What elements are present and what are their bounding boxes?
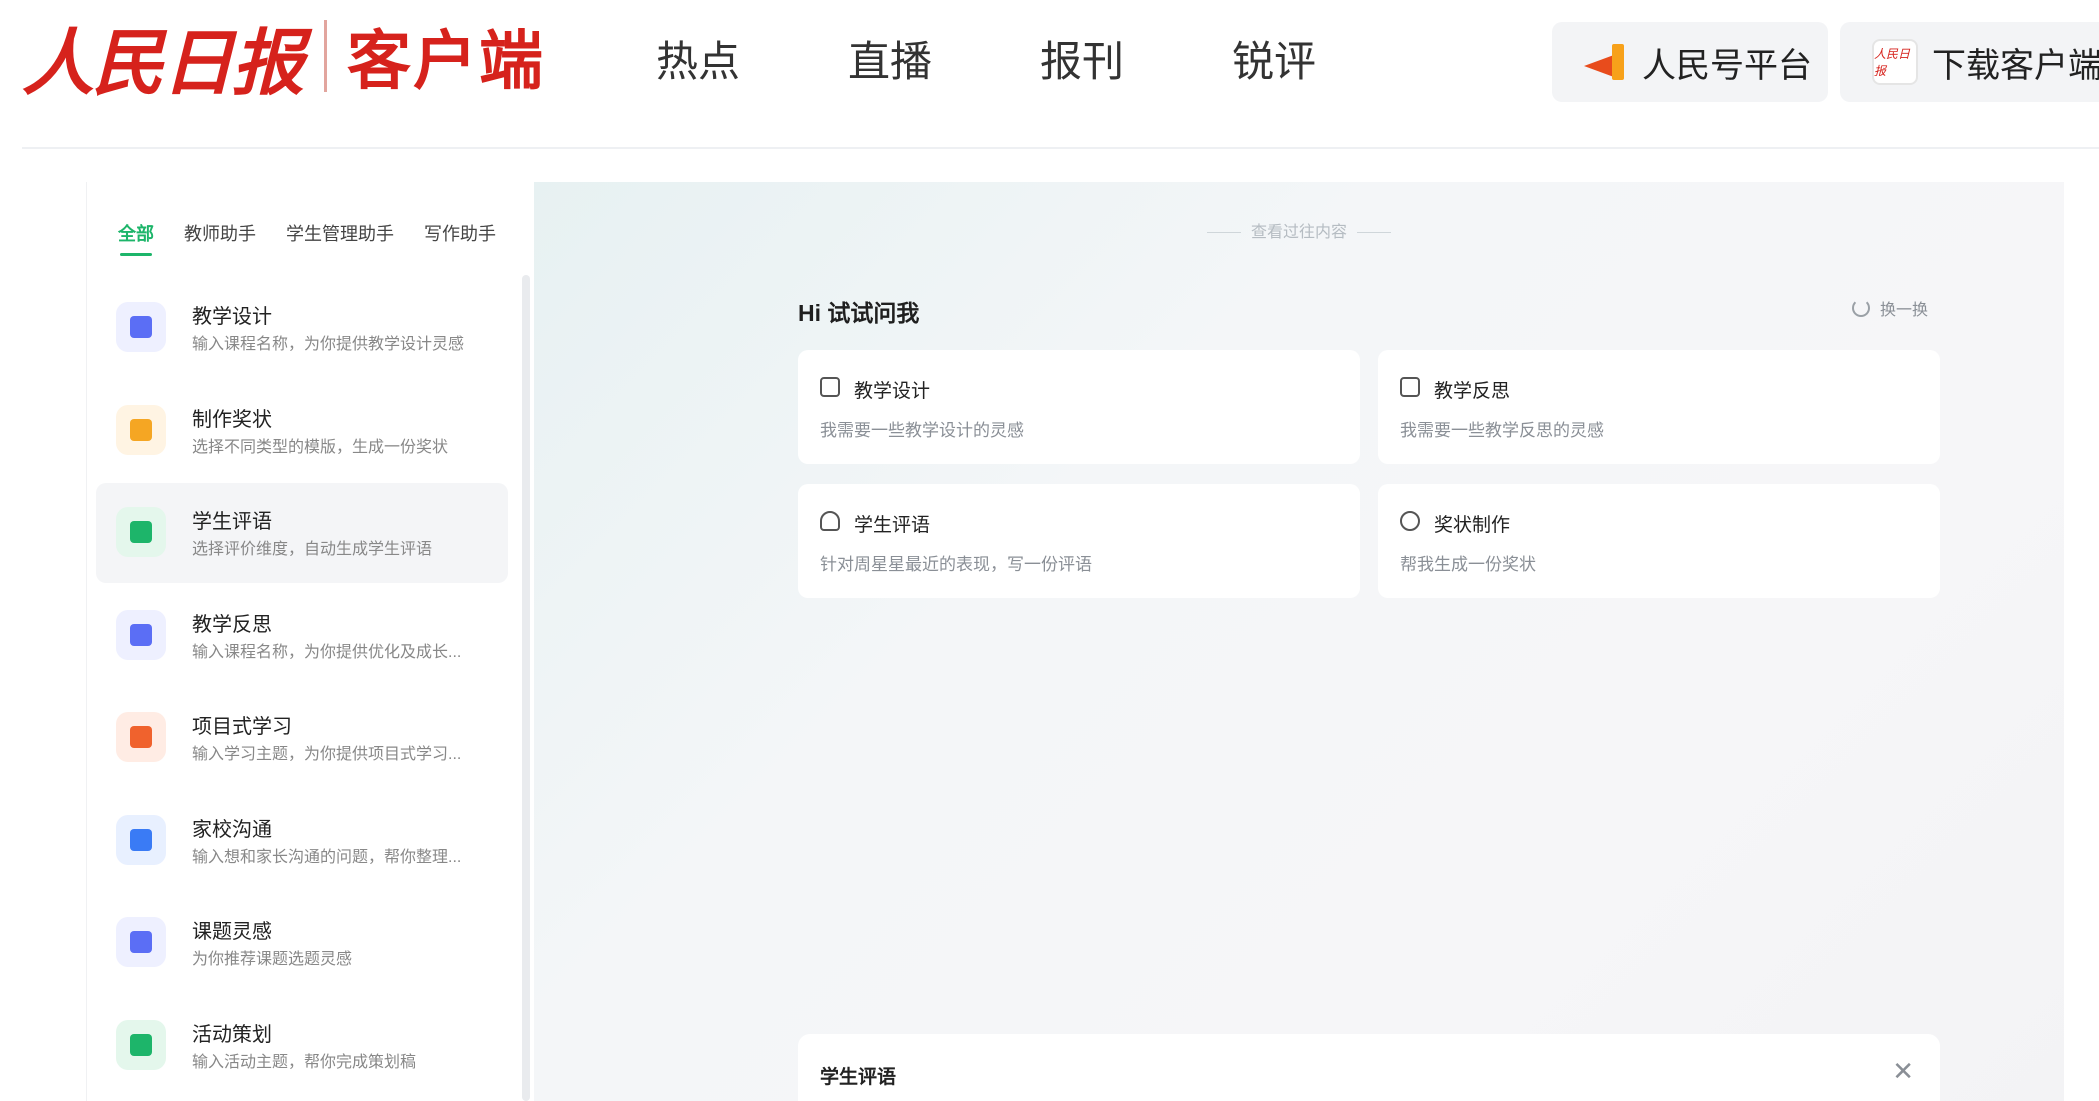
sidebar-item[interactable]: 学生评语选择评价维度，自动生成学生评语	[96, 483, 508, 583]
refresh-icon	[1852, 299, 1870, 317]
sidebar-item[interactable]: 项目式学习输入学习主题，为你提供项目式学习...	[96, 688, 508, 788]
sidebar-item-title: 制作奖状	[192, 408, 272, 431]
document-icon	[820, 377, 840, 397]
sidebar-item-desc: 输入学习主题，为你提供项目式学习...	[192, 746, 462, 763]
tab-writing-assistant[interactable]: 写作助手	[424, 220, 496, 248]
sidebar-item-desc: 选择评价维度，自动生成学生评语	[192, 541, 433, 558]
people-platform-label: 人民号平台	[1642, 46, 1812, 85]
suggestion-card-student-comment[interactable]: 学生评语 针对周星星最近的表现，写一份评语	[798, 484, 1360, 598]
logo-divider	[324, 20, 328, 92]
award-icon	[116, 404, 166, 455]
sidebar-item-title: 家校沟通	[192, 818, 272, 841]
bulb-icon	[116, 917, 166, 967]
card-desc: 我需要一些教学设计的灵感	[820, 421, 1024, 440]
nav-newspaper[interactable]: 报刊	[1040, 30, 1124, 94]
student-icon	[116, 507, 166, 557]
people-platform-button[interactable]: 人民号平台	[1552, 22, 1828, 102]
sidebar-item-title: 项目式学习	[192, 716, 292, 738]
suggestion-card-teaching-design[interactable]: 教学设计 我需要一些教学设计的灵感	[798, 350, 1360, 464]
sidebar-item[interactable]: 家校沟通输入想和家长沟通的问题，帮你整理...	[96, 791, 508, 891]
logo[interactable]: 人民日报 客户端	[22, 6, 545, 106]
sidebar-scrollbar[interactable]	[522, 275, 530, 1101]
sidebar-item-desc: 选择不同类型的模版，生成一份奖状	[192, 438, 449, 456]
sidebar-item-desc: 为你推荐课题选题灵感	[192, 951, 353, 968]
sidebar-item-title: 课题灵感	[192, 921, 272, 943]
download-client-label: 下载客户端	[1932, 46, 2099, 85]
history-label: 查看过往内容	[1250, 224, 1347, 241]
student-comment-panel: 学生评语 ✕	[798, 1034, 1940, 1101]
logo-subtitle: 客户端	[347, 25, 546, 97]
card-desc: 我需要一些教学反思的灵感	[1400, 421, 1604, 440]
flag-icon	[116, 1019, 166, 1070]
sidebar-item-desc: 输入课程名称，为你提供优化及成长...	[192, 643, 462, 661]
flag-icon	[1584, 44, 1628, 80]
sidebar-item[interactable]: 课题灵感为你推荐课题选题灵感	[96, 893, 508, 993]
sidebar-item-title: 学生评语	[192, 511, 272, 533]
nav-hot[interactable]: 热点	[656, 30, 740, 94]
top-header: 人民日报 客户端 热点 直播 报刊 锐评 人民号平台 人民日报 下载客户端	[0, 0, 2099, 148]
sidebar-item-title: 教学反思	[192, 613, 272, 636]
award-icon	[1400, 511, 1420, 531]
sidebar-item-desc: 输入课程名称，为你提供教学设计灵感	[192, 336, 465, 353]
assistant-tabs: 全部 教师助手 学生管理助手 写作助手	[118, 220, 526, 256]
nav-commentary[interactable]: 锐评	[1232, 30, 1316, 94]
card-title: 教学反思	[1434, 381, 1511, 402]
card-title: 教学设计	[854, 381, 931, 402]
chat-main-area	[534, 182, 2064, 1101]
main-nav: 热点 直播 报刊 锐评	[656, 30, 1424, 94]
close-icon[interactable]: ✕	[1892, 1056, 1914, 1087]
app-logo-icon: 人民日报	[1872, 39, 1918, 85]
reflection-icon	[1400, 377, 1420, 397]
sidebar-item[interactable]: 教学反思输入课程名称，为你提供优化及成长...	[96, 586, 508, 686]
panel-title: 学生评语	[820, 1067, 897, 1088]
suggestion-card-award[interactable]: 奖状制作 帮我生成一份奖状	[1378, 484, 1940, 598]
tab-teacher-assistant[interactable]: 教师助手	[184, 220, 256, 248]
chat-icon	[116, 814, 166, 865]
person-icon	[820, 511, 840, 531]
reflection-icon	[116, 609, 166, 660]
sidebar-item[interactable]: 制作奖状选择不同类型的模版，生成一份奖状	[96, 381, 508, 481]
refresh-button[interactable]: 换一换	[1852, 296, 1928, 320]
card-desc: 帮我生成一份奖状	[1400, 555, 1536, 574]
nav-live[interactable]: 直播	[848, 30, 932, 94]
card-desc: 针对周星星最近的表现，写一份评语	[820, 555, 1092, 574]
refresh-label: 换一换	[1880, 302, 1929, 319]
download-client-button[interactable]: 人民日报 下载客户端	[1840, 22, 2099, 102]
sidebar-item-title: 活动策划	[192, 1023, 272, 1046]
suggestion-card-teaching-reflection[interactable]: 教学反思 我需要一些教学反思的灵感	[1378, 350, 1940, 464]
document-icon	[116, 302, 166, 352]
history-link[interactable]: 查看过往内容	[534, 218, 2064, 242]
header-divider	[22, 147, 2099, 149]
project-icon	[116, 712, 166, 762]
sidebar-item[interactable]: 教学设计输入课程名称，为你提供教学设计灵感	[96, 278, 508, 378]
tab-student-management[interactable]: 学生管理助手	[286, 220, 394, 248]
logo-brand: 人民日报	[22, 19, 304, 105]
tab-all[interactable]: 全部	[118, 220, 154, 256]
suggestion-heading: Hi 试试问我	[798, 300, 920, 326]
sidebar-item[interactable]: 活动策划输入活动主题，帮你完成策划稿	[96, 996, 508, 1096]
sidebar-item-desc: 输入活动主题，帮你完成策划稿	[192, 1053, 417, 1071]
card-title: 奖状制作	[1434, 515, 1511, 536]
sidebar-item-title: 教学设计	[192, 306, 272, 328]
card-title: 学生评语	[854, 515, 931, 536]
sidebar-item-desc: 输入想和家长沟通的问题，帮你整理...	[192, 848, 462, 866]
